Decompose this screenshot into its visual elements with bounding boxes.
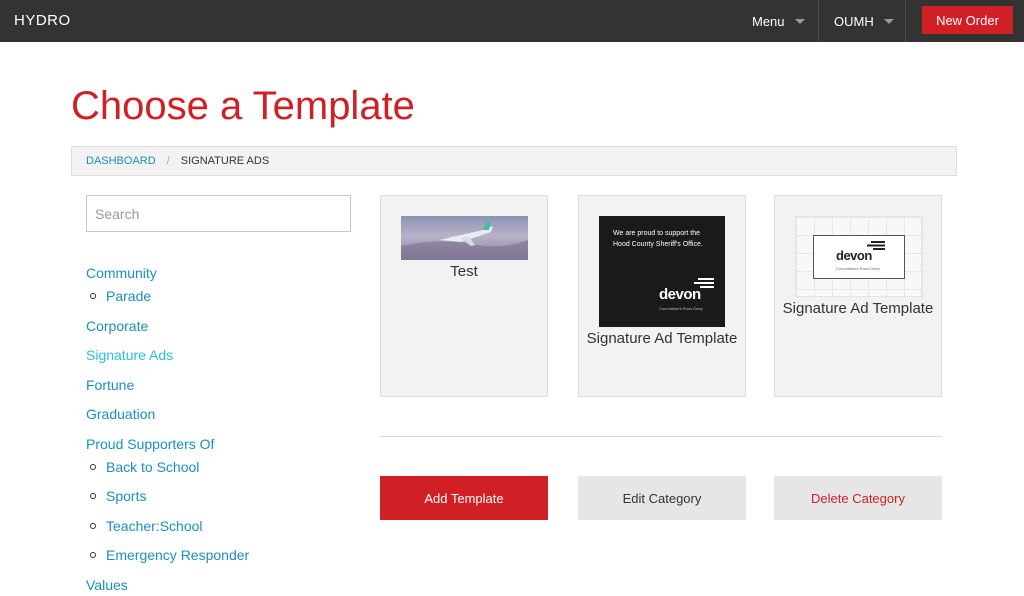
devon-logo: devon bbox=[659, 286, 701, 303]
subcategory-emergency-responder[interactable]: Emergency Responder bbox=[90, 547, 249, 563]
subcategory-parade[interactable]: Parade bbox=[90, 288, 151, 304]
breadcrumb: DASHBOARD / SIGNATURE ADS bbox=[71, 146, 957, 176]
menu-label: Menu bbox=[752, 13, 785, 29]
template-thumbnail-devon-dark: We are proud to support the Hood County … bbox=[599, 216, 725, 327]
devon-tagline: Commitment Runs Deep bbox=[659, 306, 703, 311]
breadcrumb-current: SIGNATURE ADS bbox=[180, 155, 270, 167]
chevron-down-icon bbox=[883, 18, 894, 24]
top-nav-bar: HYDRO Menu OUMH New Order bbox=[0, 0, 1024, 42]
add-template-button[interactable]: Add Template bbox=[380, 476, 548, 520]
template-name: Test bbox=[450, 263, 478, 280]
thumbnail-text: We are proud to support the Hood County … bbox=[613, 230, 703, 248]
template-card-signature-ad[interactable]: We are proud to support the Hood County … bbox=[578, 195, 746, 397]
template-thumbnail-devon-white: devon Commitment Runs Deep bbox=[795, 216, 923, 298]
airplane-icon bbox=[401, 222, 528, 260]
template-thumbnail-airplane bbox=[401, 216, 528, 260]
breadcrumb-dashboard-link[interactable]: DASHBOARD bbox=[86, 155, 156, 167]
list-bullet-icon bbox=[90, 493, 96, 499]
category-corporate[interactable]: Corporate bbox=[86, 318, 148, 334]
devon-tagline: Commitment Runs Deep bbox=[836, 266, 880, 271]
category-community[interactable]: Community bbox=[86, 265, 157, 281]
delete-category-button[interactable]: Delete Category bbox=[774, 476, 942, 520]
subcategory-sports[interactable]: Sports bbox=[90, 488, 146, 504]
devon-logo: devon bbox=[836, 248, 872, 263]
list-bullet-icon bbox=[90, 552, 96, 558]
category-signature-ads[interactable]: Signature Ads bbox=[86, 347, 173, 363]
subcategory-label: Teacher:School bbox=[106, 518, 203, 534]
subcategory-label: Emergency Responder bbox=[106, 547, 250, 563]
devon-logo-bars-icon bbox=[867, 241, 885, 250]
subcategory-label: Sports bbox=[106, 488, 147, 504]
org-dropdown[interactable]: OUMH bbox=[818, 0, 906, 42]
page-title: Choose a Template bbox=[71, 84, 415, 128]
category-proud-supporters-of[interactable]: Proud Supporters Of bbox=[86, 436, 214, 452]
template-name: Signature Ad Template bbox=[586, 330, 738, 347]
list-bullet-icon bbox=[90, 523, 96, 529]
chevron-down-icon bbox=[794, 18, 805, 24]
devon-logo-bars-icon bbox=[694, 278, 714, 288]
search-input[interactable] bbox=[86, 195, 351, 232]
subcategory-label: Parade bbox=[106, 288, 152, 304]
list-bullet-icon bbox=[90, 464, 96, 470]
template-card-signature-ad-white[interactable]: devon Commitment Runs Deep Signature Ad … bbox=[774, 195, 942, 397]
subcategory-teacher-school[interactable]: Teacher:School bbox=[90, 518, 203, 534]
brand-logo[interactable]: HYDRO bbox=[14, 12, 71, 29]
subcategory-label: Back to School bbox=[106, 459, 200, 475]
category-graduation[interactable]: Graduation bbox=[86, 406, 155, 422]
template-name: Signature Ad Template bbox=[782, 300, 934, 317]
edit-category-button[interactable]: Edit Category bbox=[578, 476, 746, 520]
breadcrumb-separator: / bbox=[166, 155, 170, 167]
category-values[interactable]: Values bbox=[86, 577, 128, 593]
template-card-test[interactable]: Test bbox=[380, 195, 548, 397]
org-label: OUMH bbox=[834, 13, 874, 29]
category-fortune[interactable]: Fortune bbox=[86, 377, 134, 393]
devon-logo-box: devon Commitment Runs Deep bbox=[813, 235, 905, 279]
menu-dropdown[interactable]: Menu bbox=[740, 0, 818, 42]
new-order-button[interactable]: New Order bbox=[922, 6, 1013, 34]
divider bbox=[380, 436, 942, 437]
list-bullet-icon bbox=[90, 293, 96, 299]
subcategory-back-to-school[interactable]: Back to School bbox=[90, 459, 199, 475]
